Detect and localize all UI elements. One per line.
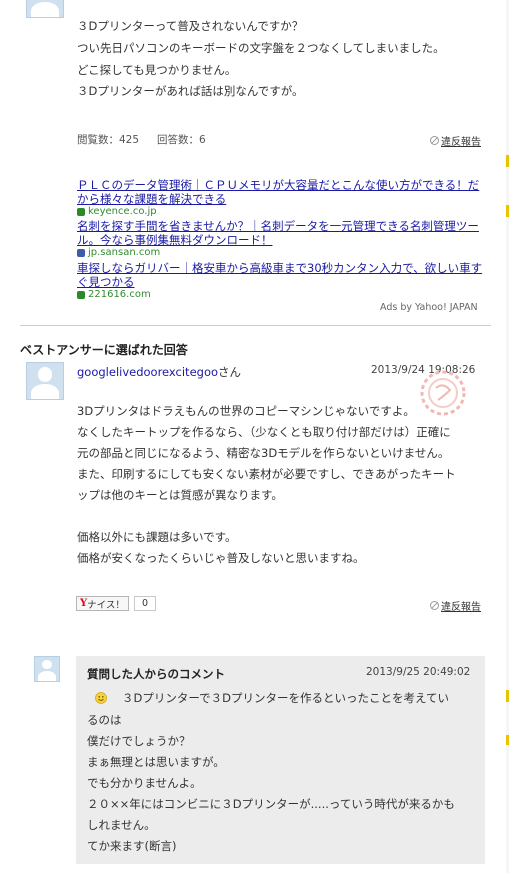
smile-icon (95, 692, 107, 704)
gulliver-favicon-icon (77, 290, 85, 299)
answer-report-link[interactable]: 違反報告 (430, 598, 481, 613)
answer-text-line: 元の部品と同じになるよう、精密な3Dモデルを作らないといけません。 (77, 446, 450, 460)
answer-text-line: なくしたキートップを作るなら、（少なくとも取り付け部だけは）正確に (77, 425, 451, 439)
ads-footer: Ads by Yahoo! JAPAN (380, 302, 478, 313)
answer-text-line: 価格以外にも課題は多いです。 (77, 530, 237, 544)
ad-url-text: keyence.co.jp (88, 206, 157, 217)
best-answer-heading: ベストアンサーに選ばれた回答 (20, 343, 188, 357)
answer-text-line: ップは他のキーとは質感が異なります。 (77, 488, 283, 502)
comment-title: 質問した人からのコメント (87, 667, 225, 681)
comment-text-line: まぁ無理とは思いますが。 (87, 755, 225, 769)
question-text-line: ３Dプリンターって普及されないんですか？ (77, 19, 304, 33)
comment-text-line: ２０××年にはコンビニに３Dプリンターが.....っていう時代が来るかも (87, 797, 455, 811)
comment-text-line: でも分かりませんよ。 (87, 776, 202, 790)
report-label: 違反報告 (441, 137, 481, 148)
nice-label: ナイス！ (87, 599, 125, 611)
question-text-line: つい先日パソコンのキーボードの文字盤を２つなくしてしまいました。 (77, 41, 445, 55)
question-avatar (26, 0, 64, 18)
comment-text-line: てか来ます(断言) (87, 839, 177, 853)
section-divider (20, 325, 491, 326)
ad-url: keyence.co.jp (77, 206, 157, 217)
answerer-username[interactable]: googlelivedoorexcitegoo (77, 365, 218, 379)
ad-url-text: 221616.com (88, 289, 151, 300)
question-report-link[interactable]: 違反報告 (430, 133, 481, 148)
ad-link-sansan[interactable]: 名刺を探す手間を省きませんか？｜名刺データを一元管理できる名刺管理ツール。今なら… (77, 219, 487, 247)
nice-button[interactable]: Y ナイス！ (76, 596, 129, 611)
answer-text-line: 3Dプリンタはドラえもんの世界のコピーマシンじゃないですよ。 (77, 404, 415, 418)
question-text-line: ３Dプリンターがあれば話は別なんですが。 (77, 84, 304, 98)
answer-count: 回答数：6 (157, 134, 206, 146)
question-text-line: どこ探しても見つかりません。 (77, 63, 237, 77)
yahoo-y-icon: Y (80, 598, 88, 609)
answer-text-line: 価格が安くなったくらいじゃ普及しないと思いますね。 (77, 551, 365, 565)
answerer-name-row: googlelivedoorexcitegooさん (77, 364, 241, 380)
comment-text-line: ３Dプリンターで３Dプリンターを作るといったことを考えてい (122, 691, 449, 705)
comment-datetime: 2013/9/25 20:49:02 (366, 666, 471, 678)
prohibited-icon (430, 136, 439, 145)
ad-link-keyence[interactable]: ＰＬＣのデータ管理術｜ＣＰＵメモリが大容量だとこんな使い方ができる！だから様々な… (77, 178, 487, 206)
comment-text-line: るのは (87, 713, 122, 727)
prohibited-icon (430, 601, 439, 610)
ad-link-gulliver[interactable]: 車探しならガリバー｜格安車から高級車まで30秒カンタン入力で、欲しい車すぐ見つか… (77, 261, 487, 289)
ad-url: jp.sansan.com (77, 247, 160, 258)
nice-count: 0 (134, 596, 156, 611)
answerer-honorific: さん (218, 365, 242, 379)
view-count: 閲覧数：425 (77, 134, 140, 146)
best-answer-stamp-icon (418, 368, 468, 418)
comment-text-line: 僕だけでしょうか？ (87, 734, 191, 748)
answer-text-line: また、印刷するにしても安くない素材が必要ですし、できあがったキート (77, 467, 456, 481)
questioner-avatar (34, 656, 60, 682)
ad-url: 221616.com (77, 289, 151, 300)
sansan-favicon-icon (77, 248, 85, 257)
answerer-avatar (26, 362, 64, 400)
report-label: 違反報告 (441, 602, 481, 613)
answer-date: 2013/9/24 (371, 364, 425, 376)
comment-text-line: しれません。 (87, 818, 156, 832)
ad-url-text: jp.sansan.com (88, 247, 161, 258)
keyence-favicon-icon (77, 207, 85, 216)
